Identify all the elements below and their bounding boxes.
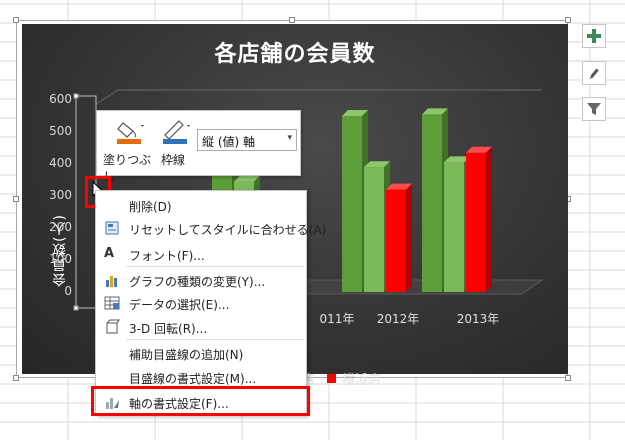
context-menu: 削除(D) リセットしてスタイルに合わせる(A) A フォント(F)... グラ… xyxy=(95,190,326,415)
format-axis-highlight xyxy=(91,386,310,416)
legend-label: 横浜店 xyxy=(342,373,382,388)
outline-pen-icon xyxy=(163,120,190,144)
plus-icon xyxy=(587,29,601,43)
menu-item-change-chart-type[interactable]: グラフの種類の変更(Y)... xyxy=(96,269,306,291)
chevron-down-icon: ▾ xyxy=(287,133,292,143)
menu-item-font[interactable]: A フォント(F)... xyxy=(96,243,306,265)
outline-button[interactable]: 枠線 xyxy=(159,113,193,173)
chart-filters-button[interactable] xyxy=(582,97,606,121)
chart-elements-button[interactable] xyxy=(582,24,606,48)
bar-front xyxy=(444,162,464,292)
paint-bucket-icon xyxy=(117,122,144,144)
menu-item-add-minor-gridlines[interactable]: 補助目盛線の追加(N) xyxy=(96,342,306,364)
format-mini-toolbar: 塗りつぶし 枠線 縦 (値) 軸 ▾ xyxy=(96,110,301,184)
chart-resize-handle-left[interactable] xyxy=(13,196,19,202)
bar-side xyxy=(406,183,412,292)
filter-icon xyxy=(587,103,601,115)
chart-type-icon xyxy=(106,276,117,287)
chart-element-select[interactable]: 縦 (値) 軸 ▾ xyxy=(197,129,297,151)
chart-resize-handle-tl[interactable] xyxy=(13,17,19,23)
bar-front xyxy=(422,114,442,293)
y-tick-label: 300 xyxy=(49,188,72,202)
y-tick-label: 0 xyxy=(64,284,72,298)
legend[interactable]: 店 横浜店 xyxy=(302,369,381,388)
chart-element-select-value: 縦 (値) 軸 xyxy=(202,135,255,149)
chart-styles-button[interactable] xyxy=(582,61,606,85)
rotation-icon xyxy=(106,319,120,334)
bar-side xyxy=(486,146,492,292)
bar xyxy=(466,146,492,292)
menu-item-delete[interactable]: 削除(D) xyxy=(96,194,306,216)
font-icon: A xyxy=(104,246,115,261)
bar-front xyxy=(342,116,362,292)
y-tick-label: 600 xyxy=(49,92,72,106)
chart-back-wall xyxy=(95,89,542,105)
outline-label: 枠線 xyxy=(161,153,186,167)
menu-separator xyxy=(126,266,304,267)
reset-style-icon xyxy=(105,221,119,235)
menu-item-reset-style[interactable]: リセットしてスタイルに合わせる(A) xyxy=(96,217,326,239)
x-tick-label: 2013年 xyxy=(456,312,500,326)
menu-item-format-gridlines[interactable]: 目盛線の書式設定(M)... xyxy=(96,366,306,388)
bar-front xyxy=(466,152,486,292)
bar xyxy=(386,183,412,292)
chart-resize-handle-br[interactable] xyxy=(565,375,571,381)
chart-resize-handle-top[interactable] xyxy=(289,17,295,23)
legend-swatch-red xyxy=(327,374,337,383)
brush-icon xyxy=(589,68,599,79)
select-data-icon xyxy=(104,296,120,310)
y-tick-label: 100 xyxy=(49,252,72,266)
x-tick-label: 2012年 xyxy=(376,312,420,326)
bar-front xyxy=(386,189,406,292)
fill-label: 塗りつぶし xyxy=(103,153,152,184)
y-tick-label: 500 xyxy=(49,124,72,138)
bar-front xyxy=(364,167,384,292)
chart-resize-handle-tr[interactable] xyxy=(565,17,571,23)
menu-separator xyxy=(126,339,304,340)
menu-item-3d-rotation[interactable]: 3-D 回転(R)... xyxy=(96,316,306,338)
y-tick-label: 200 xyxy=(49,220,72,234)
menu-item-select-data[interactable]: データの選択(E)... xyxy=(96,292,306,314)
x-tick-label: 011年 xyxy=(319,312,355,326)
y-tick-label: 400 xyxy=(49,156,72,170)
chart-resize-handle-bl[interactable] xyxy=(13,375,19,381)
fill-button[interactable]: 塗りつぶし xyxy=(101,113,157,184)
